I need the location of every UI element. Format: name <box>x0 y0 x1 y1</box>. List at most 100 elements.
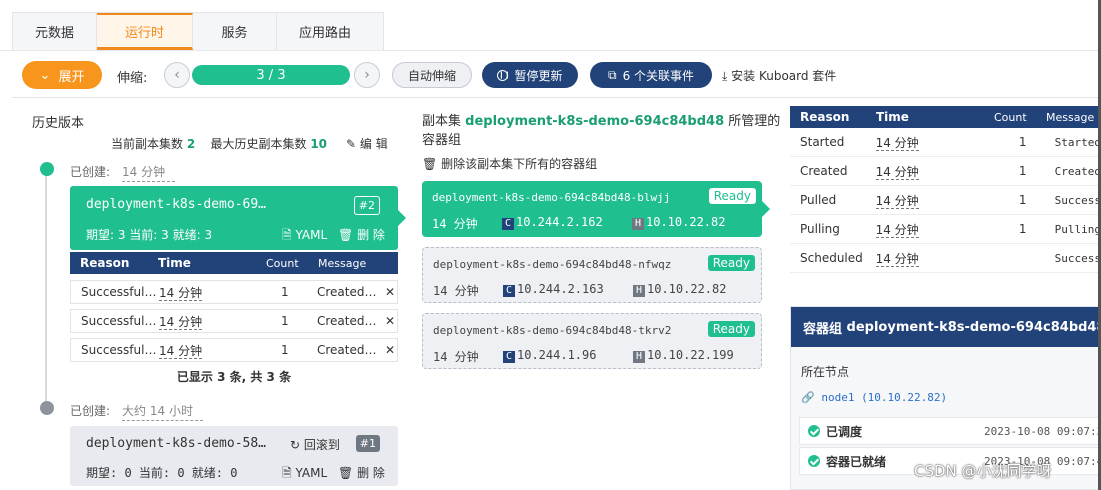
cell-message: Started <box>1054 135 1101 149</box>
tab-ingress[interactable]: 应用路由 <box>277 13 373 50</box>
replica-info: 当前副本集数 2 最大历史副本集数 10 <box>111 135 327 152</box>
cell-reason: Successful… <box>81 285 157 299</box>
pod-ip: C 10.244.2.163 <box>503 282 604 297</box>
timeline-line <box>45 170 47 410</box>
delete-all-pods-button[interactable]: 🗑 删除该副本集下所有的容器组 <box>422 155 597 172</box>
rollback-button[interactable]: ↻ 回滚到 <box>290 436 340 453</box>
pod-age: 14 分钟 <box>433 350 479 364</box>
replicaset-name: deployment-k8s-demo-694c84bd48 <box>465 114 725 129</box>
cell-time: 14 分钟 <box>875 135 919 151</box>
revision-card-2[interactable]: deployment-k8s-demo-69… #2 期望: 3 当前: 3 就… <box>70 186 406 250</box>
table-header: Reason Time Count Message <box>70 252 398 274</box>
install-kuboard-link[interactable]: ⤓ 安装 Kuboard 套件 <box>722 67 836 84</box>
tab-divider <box>0 50 1101 51</box>
revision-name: deployment-k8s-demo-58… <box>86 436 267 451</box>
edit-label: 编 辑 <box>359 137 388 151</box>
host-ip-value: 10.10.22.199 <box>647 348 734 362</box>
chevron-down-icon: ⌄ <box>39 67 51 83</box>
table-row: Pulling 14 分钟 1 Pulling <box>790 215 1101 244</box>
expand-button[interactable]: ⌄ 展开 <box>22 61 102 89</box>
host-ip-value: 10.10.22.82 <box>647 282 727 296</box>
chevron-right-icon: › <box>364 67 370 83</box>
host-ip-value: 10.10.22.82 <box>646 215 726 229</box>
close-icon[interactable]: ✕ <box>385 343 395 357</box>
cell-reason: Successful… <box>81 343 157 357</box>
pod-card[interactable]: deployment-k8s-demo-694c84bd48-tkrv2 Rea… <box>422 313 762 369</box>
cell-reason: Pulling <box>800 222 840 236</box>
node-link[interactable]: 🔗 node1 (10.10.22.82) <box>801 391 947 404</box>
status-badge: Ready <box>707 255 755 271</box>
pause-update-button[interactable]: ❙❙ 暂停更新 <box>482 62 578 88</box>
pod-card[interactable]: deployment-k8s-demo-694c84bd48-blwjj Rea… <box>422 181 770 237</box>
close-icon[interactable]: ✕ <box>385 285 395 299</box>
pod-card[interactable]: deployment-k8s-demo-694c84bd48-nfwqz Rea… <box>422 247 762 303</box>
edit-button[interactable]: ✎ 编 辑 <box>346 135 388 152</box>
pod-name: deployment-k8s-demo-694c84bd48-nfwqz <box>433 258 672 271</box>
yaml-button[interactable]: 🗎 YAML <box>282 464 327 485</box>
history-title: 历史版本 <box>32 116 85 131</box>
status-badge: Ready <box>707 321 755 337</box>
chevron-left-icon: ‹ <box>174 67 180 83</box>
container-group-header: 容器组 deployment-k8s-demo-694c84bd48-bl <box>791 307 1100 347</box>
scale-label: 伸缩: <box>117 71 148 86</box>
delete-all-label: 删除该副本集下所有的容器组 <box>441 157 598 171</box>
cell-time: 14 分钟 <box>159 343 203 359</box>
col-count: Count <box>266 256 299 270</box>
delete-revision-button[interactable]: 🗑 删 除 <box>338 464 385 481</box>
tab-runtime[interactable]: 运行时 <box>97 13 193 50</box>
col-message: Message <box>318 256 367 270</box>
cell-reason: Created <box>800 164 848 178</box>
rollback-icon: ↻ <box>290 438 301 452</box>
revision-card-1[interactable]: deployment-k8s-demo-58… ↻ 回滚到 #1 期望: 0 当… <box>70 426 398 486</box>
tab-service[interactable]: 服务 <box>193 13 277 50</box>
col-count: Count <box>994 110 1027 124</box>
pod-age: 14 分钟 <box>432 217 478 231</box>
title-prefix: 副本集 <box>422 114 462 129</box>
table-row: Successful… 14 分钟 1 Created… ✕ <box>70 309 398 333</box>
host-ip: H 10.10.22.82 <box>632 215 725 230</box>
cell-count: 1 <box>281 285 289 299</box>
pod-ip: C 10.244.2.162 <box>502 215 603 230</box>
file-icon: 🗎 <box>282 228 292 242</box>
scale-down-button[interactable]: ‹ <box>164 62 190 88</box>
download-icon: ⤓ <box>722 69 728 83</box>
cell-message: Pulling <box>1054 222 1101 236</box>
table-row: Successful… 14 分钟 1 Created… ✕ <box>70 280 398 304</box>
cell-reason: Scheduled <box>800 251 863 265</box>
scale-progress: 3 / 3 <box>192 65 350 85</box>
host-ip: H 10.10.22.199 <box>633 348 734 363</box>
container-group-name: deployment-k8s-demo-694c84bd48-bl <box>846 319 1100 335</box>
cell-time: 14 分钟 <box>875 222 919 238</box>
pause-update-label: 暂停更新 <box>514 68 563 83</box>
cell-count: 1 <box>1018 135 1027 149</box>
pencil-icon: ✎ <box>346 137 357 151</box>
cell-time: 14 分钟 <box>159 285 203 301</box>
auto-scale-button[interactable]: 自动伸缩 <box>392 62 472 88</box>
created-value: 14 分钟 <box>122 163 176 182</box>
scale-up-button[interactable]: › <box>354 62 380 88</box>
cell-time: 14 分钟 <box>875 251 919 267</box>
table-row: Started 14 分钟 1 Started <box>790 128 1101 157</box>
cell-message: Success <box>1054 251 1101 265</box>
revision-badge: #2 <box>353 196 380 215</box>
close-icon[interactable]: ✕ <box>385 314 395 328</box>
pause-icon: ❙❙ <box>497 69 511 81</box>
pod-ip: C 10.244.1.96 <box>503 348 596 363</box>
created-value: 大约 14 小时 <box>122 402 203 421</box>
host-ip-icon: H <box>633 351 645 363</box>
condition-scheduled: 已调度 2023-10-08 09:07:3 <box>799 417 1101 445</box>
cell-time: 14 分钟 <box>875 193 919 209</box>
check-icon <box>808 455 820 467</box>
pod-ip-value: 10.244.2.162 <box>516 215 603 229</box>
related-events-button[interactable]: ⧉ 6 个关联事件 <box>590 62 712 88</box>
delete-revision-button[interactable]: 🗑 删 除 <box>338 226 385 243</box>
yaml-button[interactable]: 🗎 YAML <box>282 226 327 247</box>
revision-status: 期望: 3 当前: 3 就绪: 3 <box>86 228 213 242</box>
container-group-title: 容器组 <box>803 321 843 337</box>
yaml-label: YAML <box>295 228 328 242</box>
pod-ip-value: 10.244.1.96 <box>517 348 597 362</box>
tab-metadata[interactable]: 元数据 <box>13 13 97 50</box>
replicaset-title: 副本集 deployment-k8s-demo-694c84bd48 所管理的容… <box>422 112 782 150</box>
revision-name: deployment-k8s-demo-69… <box>86 197 267 212</box>
delete-label: 删 除 <box>357 466 385 480</box>
